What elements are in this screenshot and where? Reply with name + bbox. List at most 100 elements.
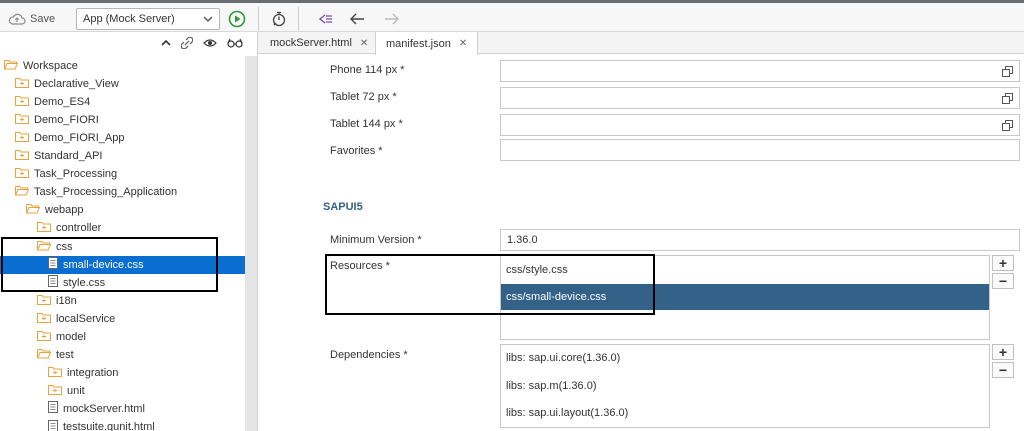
folder-icon [48,366,62,380]
tab-label: manifest.json [386,37,451,50]
tree-folder-item[interactable]: test [0,346,246,364]
list-item[interactable]: libs: sap.ui.core(1.36.0) [501,345,989,371]
file-icon [48,419,58,431]
tree-item-label: controller [56,222,102,235]
tree-file-item[interactable]: small-device.css [0,255,246,274]
tree-item-label: style.css [63,276,106,289]
tree-folder-item[interactable]: css [0,238,246,256]
tree-item-label: localService [56,312,116,325]
tree-scrollbar[interactable] [245,56,257,431]
tree-folder-item[interactable]: controller [0,219,246,237]
tree-item-label: Task_Processing_Application [34,186,178,199]
add-resource-button[interactable]: + [992,255,1014,271]
glasses-icon[interactable] [227,38,243,48]
list-item-label: libs: sap.ui.layout(1.36.0) [506,407,629,419]
tree-file-item[interactable]: testsuite.qunit.html [0,418,246,431]
value-help-icon[interactable] [1002,93,1013,104]
tablet-72-input[interactable] [500,87,1020,109]
list-item-label: libs: sap.m(1.36.0) [506,380,597,392]
file-icon [48,401,58,416]
tree-item-label: integration [67,366,119,379]
dependencies-list: libs: sap.ui.core(1.36.0) libs: sap.m(1.… [500,344,990,428]
close-icon[interactable]: ✕ [459,38,467,49]
tree-file-item[interactable]: style.css [0,274,246,292]
tablet-144-input[interactable] [500,114,1020,136]
tree-folder-item[interactable]: webapp [0,201,246,219]
value-help-icon[interactable] [1002,120,1013,131]
save-button[interactable]: Save [8,10,55,28]
link-icon[interactable] [181,37,193,49]
minimum-version-input[interactable]: 1.36.0 [500,229,1020,251]
tree-folder-item[interactable]: Demo_FIORI [0,111,246,129]
tree-icon [318,14,332,24]
tree-folder-item[interactable]: Demo_FIORI_App [0,129,246,147]
run-button[interactable] [228,10,246,28]
navigate-back-button[interactable] [349,11,367,27]
forward-icon [385,13,399,25]
tree-item-label: Standard_API [34,150,103,163]
tree-folder-item[interactable]: i18n [0,292,246,310]
resources-list: css/style.css css/small-device.css [500,255,990,340]
folder-icon [26,203,41,217]
list-item[interactable]: css/style.css [501,257,989,283]
tablet-72-label: Tablet 72 px * [330,91,397,103]
minimum-version-value: 1.36.0 [507,234,538,246]
tree-folder-item[interactable]: Standard_API [0,147,246,165]
file-icon [48,257,58,272]
timer-button[interactable] [270,11,288,27]
tree-item-label: small-device.css [63,258,144,271]
list-item-selected[interactable]: css/small-device.css [501,284,989,310]
tree-folder-item[interactable]: Task_Processing_Application [0,183,246,201]
folder-icon [15,113,29,127]
tree-item-label: unit [67,384,85,397]
folder-icon [37,312,51,326]
tab-mockserver-html[interactable]: mockServer.html ✕ [260,32,378,54]
tree-folder-item[interactable]: model [0,328,246,346]
chevron-down-icon [203,16,213,22]
toolbar-separator [298,7,299,31]
run-configuration-select[interactable]: App (Mock Server) [76,8,220,30]
favorites-input[interactable] [500,139,1020,161]
tree-folder-item[interactable]: integration [0,364,246,382]
file-icon [48,275,58,290]
favorites-label: Favorites * [330,145,383,157]
tree-item-label: Demo_ES4 [34,96,91,109]
tree-item-label: Demo_FIORI [34,114,99,127]
tree-folder-item[interactable]: Workspace [0,57,246,75]
folder-icon [15,77,29,91]
sapui5-section-title: SAPUI5 [323,201,363,213]
save-label: Save [30,13,56,25]
tree-item-label: css [56,240,73,253]
tree-item-label: webapp [45,204,84,217]
tree-item-label: Demo_FIORI_App [34,132,125,145]
manifest-editor: Phone 114 px * Tablet 72 px * Tablet 144… [258,55,1024,431]
tree-folder-item[interactable]: unit [0,382,246,400]
close-icon[interactable]: ✕ [360,38,368,49]
value-help-icon[interactable] [1002,66,1013,77]
tree-folder-item[interactable]: Demo_ES4 [0,93,246,111]
folder-icon [48,384,62,398]
phone-114-input[interactable] [500,60,1020,82]
add-dependency-button[interactable]: + [992,344,1014,360]
remove-resource-button[interactable]: − [992,273,1014,289]
folder-icon [37,240,52,254]
tree-file-item[interactable]: mockServer.html [0,400,246,418]
tree-folder-item[interactable]: localService [0,310,246,328]
list-item[interactable]: libs: sap.m(1.36.0) [501,373,989,399]
tree-folder-item[interactable]: Declarative_View [0,75,246,93]
navigate-forward-button[interactable] [382,11,400,27]
tab-manifest-json[interactable]: manifest.json ✕ [375,32,479,55]
tree-folder-item[interactable]: Task_Processing [0,165,246,183]
outline-button[interactable] [316,11,334,27]
remove-dependency-button[interactable]: − [992,362,1014,378]
tree-item-label: i18n [56,294,77,307]
main-toolbar: Save App (Mock Server) [0,0,1024,32]
run-icon [228,10,246,28]
collapse-icon[interactable] [161,39,171,47]
folder-icon [37,221,51,235]
back-icon [350,13,364,25]
eye-icon[interactable] [203,38,217,48]
list-item[interactable]: libs: sap.ui.layout(1.36.0) [501,400,989,426]
tree-item-label: Task_Processing [34,168,118,181]
minimum-version-label: Minimum Version * [330,234,422,246]
